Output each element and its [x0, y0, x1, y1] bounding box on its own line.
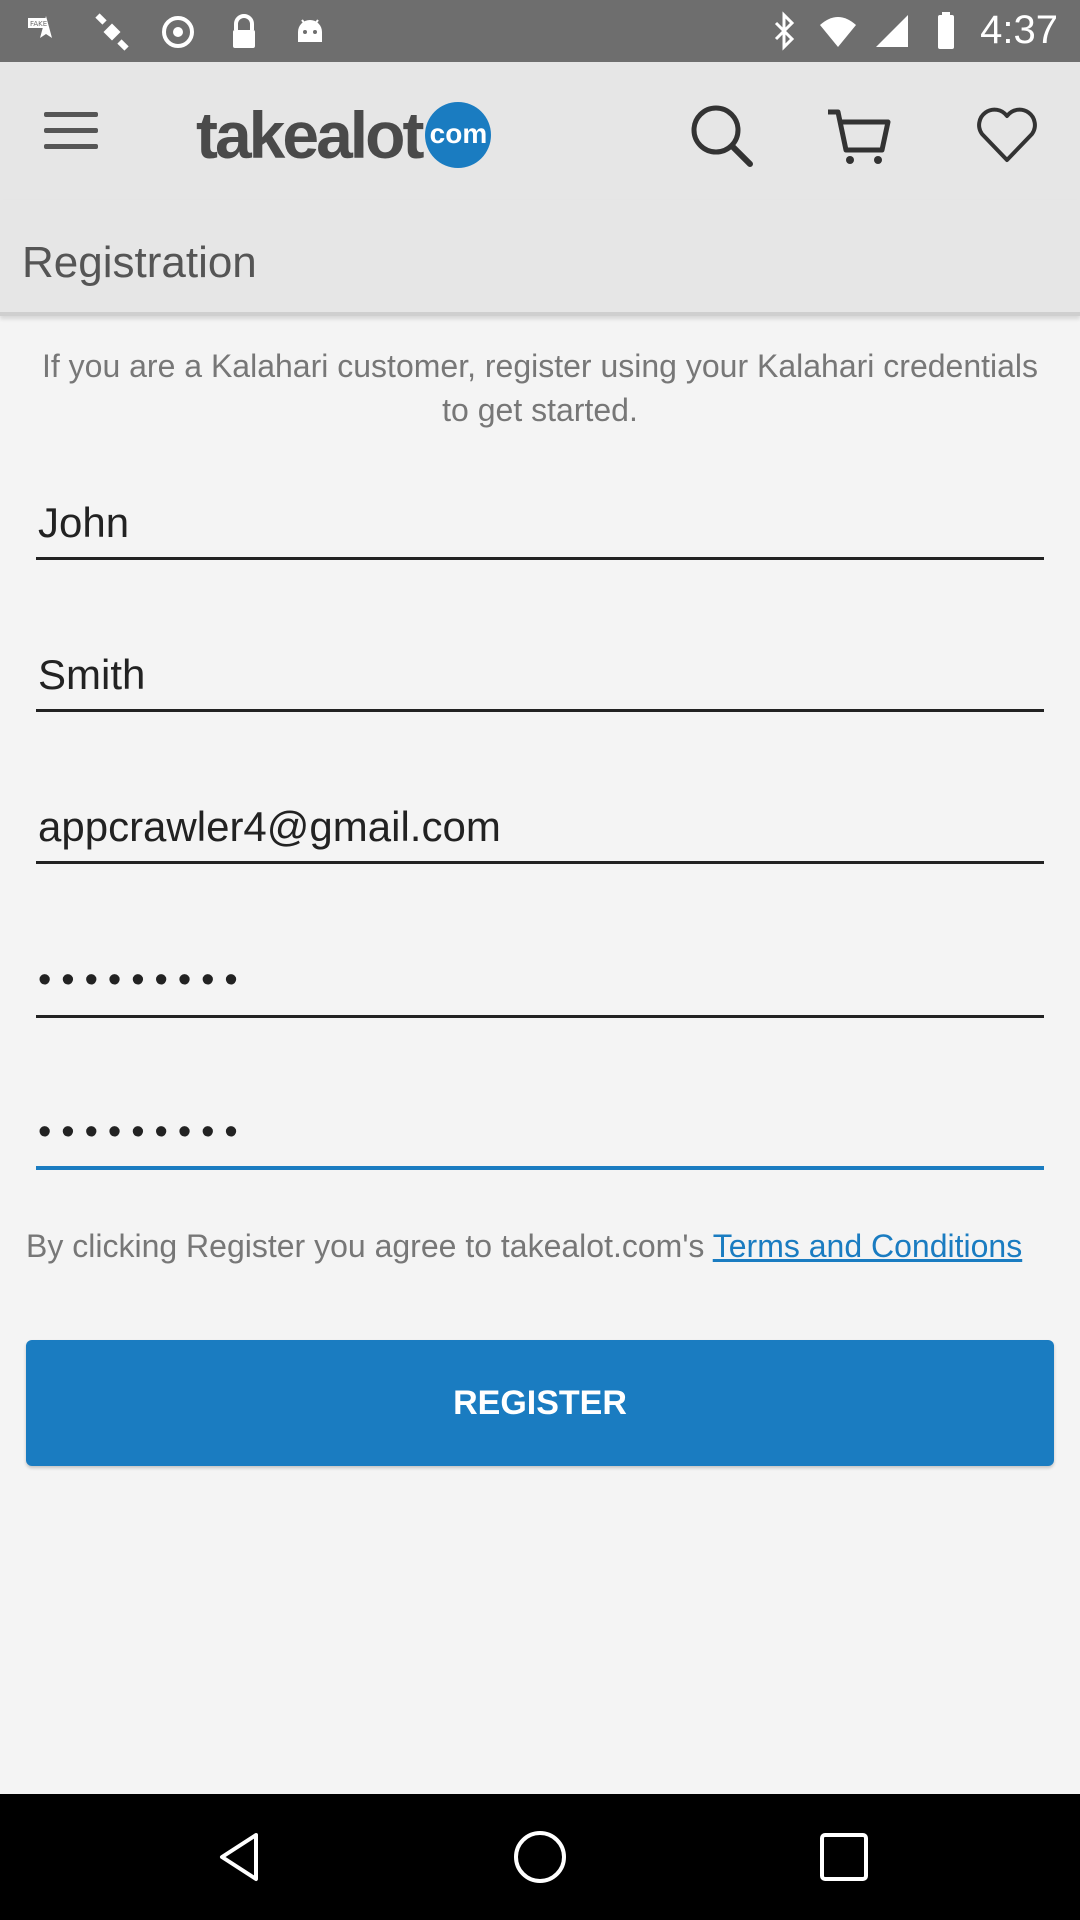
logo-badge: com: [425, 102, 492, 168]
last-name-field[interactable]: [36, 640, 1044, 712]
terms-text: By clicking Register you agree to takeal…: [26, 1224, 1056, 1268]
password-field[interactable]: [36, 946, 1044, 1018]
clock: 4:37: [980, 8, 1058, 52]
android-icon: [298, 19, 322, 42]
system-icons: 4:37: [764, 8, 1058, 53]
confirm-password-field[interactable]: [36, 1098, 1044, 1170]
navigation-bar: [0, 1794, 1080, 1920]
battery-icon: [938, 11, 955, 49]
search-icon[interactable]: [686, 100, 756, 170]
terms-prefix: By clicking Register you agree to takeal…: [26, 1228, 713, 1264]
register-button[interactable]: REGISTER: [26, 1340, 1054, 1466]
lock-icon: [233, 14, 255, 48]
home-icon[interactable]: [510, 1827, 570, 1887]
satellite-icon: [95, 13, 129, 51]
svg-text:FAKE: FAKE: [30, 20, 47, 28]
logo-text: takealot: [196, 98, 424, 172]
title-bar: Registration: [0, 200, 1080, 316]
takealot-logo[interactable]: takealot com: [196, 98, 492, 172]
notification-icons: FAKE: [26, 12, 330, 52]
back-icon[interactable]: [210, 1827, 270, 1887]
status-bar: FAKE 4:37: [0, 0, 1080, 62]
menu-icon[interactable]: [44, 112, 98, 152]
sync-icon: [162, 16, 194, 48]
bluetooth-icon: [775, 10, 795, 51]
terms-link[interactable]: Terms and Conditions: [713, 1228, 1022, 1264]
app-bar: takealot com: [0, 62, 1080, 200]
cart-icon[interactable]: [824, 100, 894, 170]
page-title: Registration: [22, 238, 257, 287]
intro-text: If you are a Kalahari customer, register…: [41, 348, 1039, 428]
wifi-icon: [820, 16, 857, 47]
recents-icon[interactable]: [814, 1827, 874, 1887]
signal-icon: [876, 14, 909, 47]
email-field[interactable]: [36, 792, 1044, 864]
first-name-field[interactable]: [36, 488, 1044, 560]
heart-icon[interactable]: [972, 100, 1042, 170]
fake-gps-icon: FAKE: [28, 16, 52, 38]
